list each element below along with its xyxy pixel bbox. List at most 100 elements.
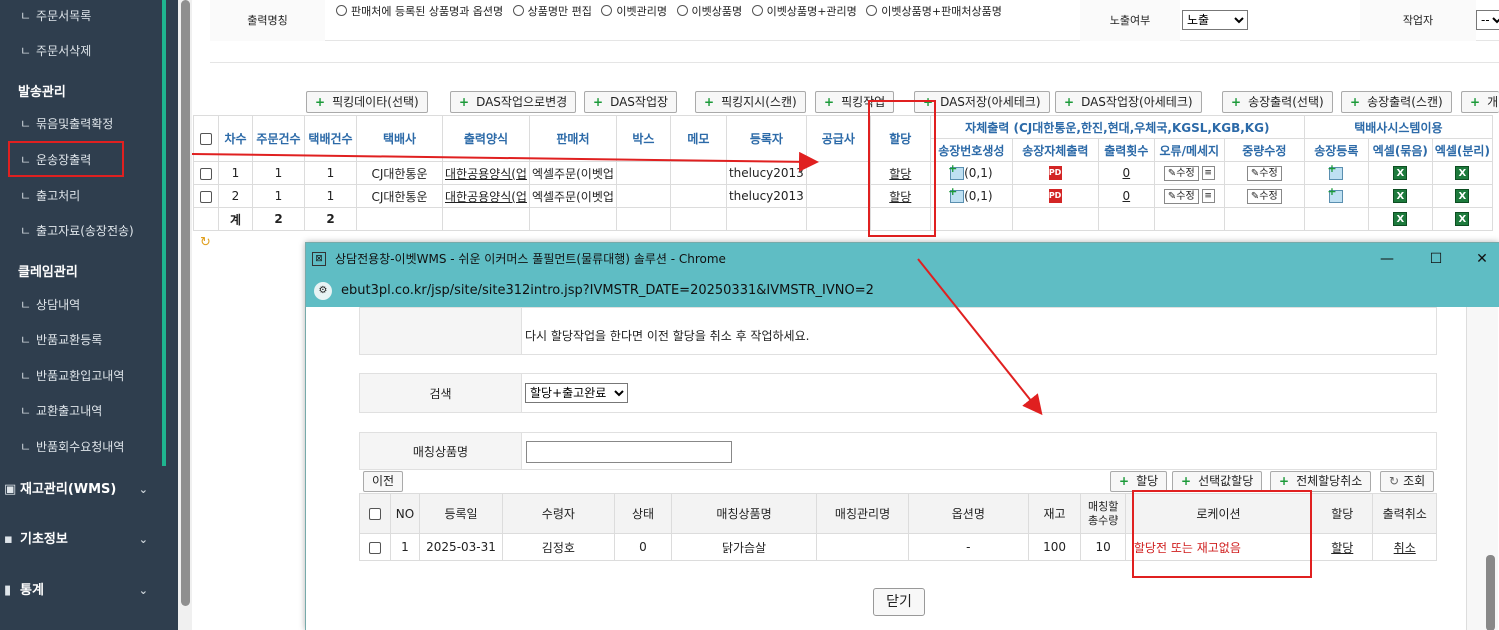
sidebar-section-shipping[interactable]: 발송관리 — [18, 81, 66, 100]
close-button[interactable]: 닫기 — [873, 588, 925, 616]
invoice-gen-cell[interactable]: (0,1) — [929, 184, 1013, 208]
cancel-all-alloc-button[interactable]: + 전체할당취소 — [1270, 471, 1372, 492]
print-count-link[interactable]: 0 — [1097, 161, 1155, 185]
popup-scrollbar-thumb[interactable] — [1486, 555, 1495, 630]
sidebar-section-basic-info[interactable]: ▪ 기초정보 ⌄ — [0, 525, 160, 555]
sidebar-item-order-delete[interactable]: ㄴ 주문서삭제 — [0, 36, 160, 66]
das-workspace-button[interactable]: + DAS작업장 — [584, 91, 678, 113]
maximize-button[interactable]: ☐ — [1413, 243, 1459, 275]
print-count-link[interactable]: 0 — [1097, 184, 1155, 208]
row-alloc-link[interactable]: 할당 — [1311, 533, 1374, 561]
weight-edit-button[interactable]: ✎수정 — [1246, 165, 1282, 181]
picking-data-button[interactable]: + 픽킹데이타(선택) — [306, 91, 428, 113]
sidebar-item-return-inbound[interactable]: ㄴ 반품교환입고내역 — [0, 361, 160, 391]
radio-name-only[interactable]: 상품명만 편집 — [507, 5, 592, 18]
sidebar-item-bundle-confirm[interactable]: ㄴ 묶음및출력확정 — [0, 109, 160, 139]
sidebar-item-consult[interactable]: ㄴ 상담내역 — [0, 290, 160, 320]
group-courier-system: 택배사시스템이용 — [1303, 115, 1493, 139]
select-all-checkbox[interactable] — [200, 133, 212, 145]
chevron-down-icon: ⌄ — [138, 483, 148, 496]
popup-address-bar[interactable]: ⚙ ebut3pl.co.kr/jsp/site/site312intro.js… — [306, 275, 1499, 307]
radio-mgmt-name[interactable]: 이벳관리명 — [595, 5, 667, 18]
chevron-down-icon: ⌄ — [138, 584, 148, 597]
invoice-print-selected-button[interactable]: + 송장출력(선택) — [1222, 91, 1333, 113]
message-icon[interactable]: ≡ — [1201, 189, 1215, 203]
invoice-gen-cell[interactable]: (0,1) — [929, 161, 1013, 185]
sidebar-section-stats[interactable]: ▮ 통계 ⌄ — [0, 576, 160, 606]
col-invoice-gen: 송장번호생성 — [929, 138, 1013, 162]
close-window-button[interactable]: ✕ — [1459, 243, 1499, 275]
sidebar-section-claim[interactable]: 클레임관리 — [18, 261, 78, 280]
sidebar-item-release-data[interactable]: ㄴ 출고자료(송장전송) — [0, 216, 160, 246]
print-settings-row: 출력명칭 판매처에 등록된 상품명과 옵션명 상품명만 편집 이벳관리명 이벳상… — [210, 0, 1499, 41]
sidebar-section-inventory[interactable]: ▣ 재고관리(WMS) ⌄ — [0, 475, 160, 505]
worker-select-wrap: --전 — [1476, 10, 1499, 30]
worker-select[interactable]: --전 — [1476, 10, 1499, 30]
refresh-icon[interactable]: ↻ — [200, 235, 211, 250]
refresh-icon: ↻ — [1389, 474, 1400, 488]
excel-icon[interactable]: X — [1455, 166, 1470, 181]
excel-icon[interactable]: X — [1455, 189, 1470, 204]
sidebar-item-exchange-outbound[interactable]: ㄴ 교환출고내역 — [0, 396, 160, 426]
search-select[interactable]: 할당+출고완료 — [525, 383, 628, 403]
add-document-icon[interactable] — [1327, 186, 1344, 203]
popup-url[interactable]: ebut3pl.co.kr/jsp/site/site312intro.jsp?… — [341, 275, 874, 307]
excel-icon[interactable]: X — [1393, 189, 1408, 204]
match-name-label: 매칭상품명 — [360, 433, 522, 469]
sidebar-item-release[interactable]: ㄴ 출고처리 — [0, 181, 160, 211]
edit-button[interactable]: ✎수정 — [1163, 188, 1199, 204]
excel-icon[interactable]: X — [1393, 166, 1408, 181]
prev-button[interactable]: 이전 — [363, 471, 404, 492]
query-button[interactable]: ↻ 조회 — [1380, 471, 1435, 492]
col-courier: 택배사 — [356, 115, 443, 162]
excel-icon[interactable]: X — [1393, 212, 1408, 227]
row-checkbox[interactable] — [368, 541, 381, 554]
picking-scan-button[interactable]: + 픽킹지시(스캔) — [695, 91, 806, 113]
col-memo: 메모 — [669, 115, 727, 162]
sidebar-item-order-list[interactable]: ㄴ 주문서목록 — [0, 1, 160, 31]
col-parcels: 택배건수 — [304, 115, 357, 162]
das-workspace-asetech-button[interactable]: + DAS작업장(아세테크) — [1055, 91, 1202, 113]
radio-seller-name[interactable]: 판매처에 등록된 상품명과 옵션명 — [330, 5, 503, 18]
radio-product-mgmt[interactable]: 이벳상품명+관리명 — [746, 5, 857, 18]
add-document-icon[interactable] — [1327, 163, 1344, 180]
popup-scrollbar[interactable] — [1466, 307, 1498, 630]
pdf-icon[interactable]: PDF — [1048, 166, 1067, 181]
add-document-icon[interactable] — [948, 163, 965, 180]
row-checkbox[interactable] — [200, 167, 212, 180]
app-icon: ⊠ — [312, 252, 326, 266]
excel-icon[interactable]: X — [1455, 212, 1470, 227]
page-scrollbar-thumb[interactable] — [181, 0, 190, 606]
match-name-input[interactable] — [526, 441, 732, 463]
site-settings-icon[interactable]: ⚙ — [314, 282, 332, 300]
sidebar: ㄴ 주문서목록 ㄴ 주문서삭제 발송관리 ㄴ 묶음및출력확정 ㄴ 운송장출력 ㄴ 출고처리… — [0, 0, 178, 630]
select-all-checkbox[interactable] — [368, 508, 381, 520]
exposure-label: 노출여부 — [1080, 0, 1180, 41]
individual-button[interactable]: +개별 — [1461, 91, 1499, 113]
message-icon[interactable]: ≡ — [1201, 166, 1215, 180]
print-name-label: 출력명칭 — [210, 0, 325, 41]
alloc-button[interactable]: + 할당 — [1110, 471, 1168, 492]
das-change-button[interactable]: + DAS작업으로변경 — [450, 91, 577, 113]
col-seller: 판매처 — [528, 115, 617, 162]
row-cancel-link[interactable]: 취소 — [1372, 533, 1437, 561]
alloc-selected-button[interactable]: + 선택값할당 — [1172, 471, 1263, 492]
pdf-icon[interactable]: PDF — [1048, 189, 1067, 204]
add-document-icon[interactable] — [948, 186, 965, 203]
minimize-button[interactable]: — — [1364, 243, 1410, 275]
invoice-print-scan-button[interactable]: + 송장출력(스캔) — [1341, 91, 1452, 113]
radio-product-seller[interactable]: 이벳상품명+판매처상품명 — [860, 5, 1002, 18]
radio-product-name[interactable]: 이벳상품명 — [671, 5, 742, 18]
popup-titlebar[interactable]: ⊠ 상담전용창-이벳WMS - 쉬운 이커머스 풀필먼트(물류대행) 솔루션 -… — [306, 243, 1499, 275]
plus-icon: + — [593, 95, 604, 109]
select-all-cell[interactable] — [193, 115, 219, 162]
edit-button[interactable]: ✎수정 — [1163, 165, 1199, 181]
sidebar-item-return-pickup[interactable]: ㄴ 반품회수요청내역 — [0, 432, 160, 462]
sidebar-item-return-register[interactable]: ㄴ 반품교환등록 — [0, 325, 160, 355]
waybill-table: 차수 주문건수 택배건수 택배사 출력양식 판매처 박스 메모 등록자 공급사 … — [193, 115, 1493, 231]
form-link[interactable]: 대한공용양식(업 — [442, 184, 530, 208]
weight-edit-button[interactable]: ✎수정 — [1246, 188, 1282, 204]
form-link[interactable]: 대한공용양식(업 — [442, 161, 530, 185]
row-checkbox[interactable] — [200, 190, 212, 203]
exposure-select[interactable]: 노출 — [1182, 10, 1248, 30]
